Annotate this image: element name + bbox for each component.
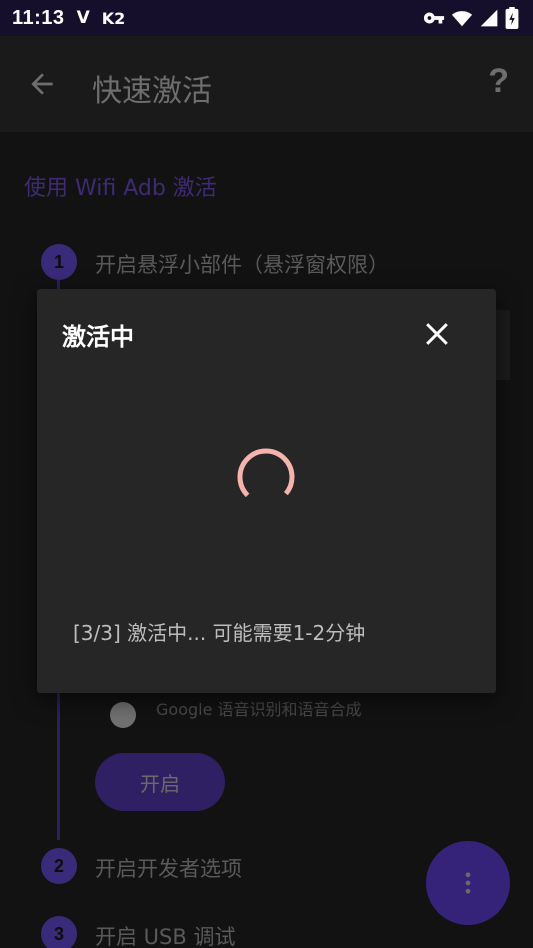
step-3-number: 3 (41, 916, 77, 948)
status-indicator-v: V (76, 8, 90, 28)
status-icons (423, 7, 519, 29)
step-2-number: 2 (41, 848, 77, 884)
close-icon[interactable] (422, 319, 452, 349)
step-1-label: 开启悬浮小部件（悬浮窗权限） (95, 253, 389, 277)
page-title: 快速激活 (92, 74, 212, 109)
step-2-label: 开启开发者选项 (95, 857, 242, 881)
more-vert-icon (465, 872, 471, 894)
google-app-icon (110, 702, 136, 728)
wifi-icon (451, 11, 473, 27)
signal-icon (480, 9, 498, 27)
dialog-message: [3/3] 激活中... 可能需要1-2分钟 (73, 621, 366, 645)
section-title: 使用 Wifi Adb 激活 (24, 176, 217, 201)
dialog-title: 激活中 (62, 323, 134, 351)
app-bar: 快速激活 ? (0, 36, 533, 132)
list-item-label: Google 语音识别和语音合成 (156, 700, 362, 719)
status-bar: 11:13 V K2 (0, 0, 533, 36)
vpn-key-icon (423, 12, 445, 24)
more-options-fab[interactable] (426, 841, 510, 925)
battery-charging-icon (505, 7, 519, 29)
help-icon[interactable]: ? (488, 62, 509, 101)
status-indicator-k2: K2 (101, 8, 126, 28)
loading-spinner-icon (237, 448, 295, 506)
status-time: 11:13 (12, 6, 65, 29)
step-3-label: 开启 USB 调试 (95, 925, 236, 948)
activation-dialog: 激活中 [3/3] 激活中... 可能需要1-2分钟 (37, 289, 496, 693)
step-1-number: 1 (41, 244, 77, 280)
arrow-back-icon[interactable] (26, 68, 58, 100)
list-item: Google 语音识别和语音合成 (104, 690, 404, 728)
open-button[interactable]: 开启 (95, 753, 225, 811)
